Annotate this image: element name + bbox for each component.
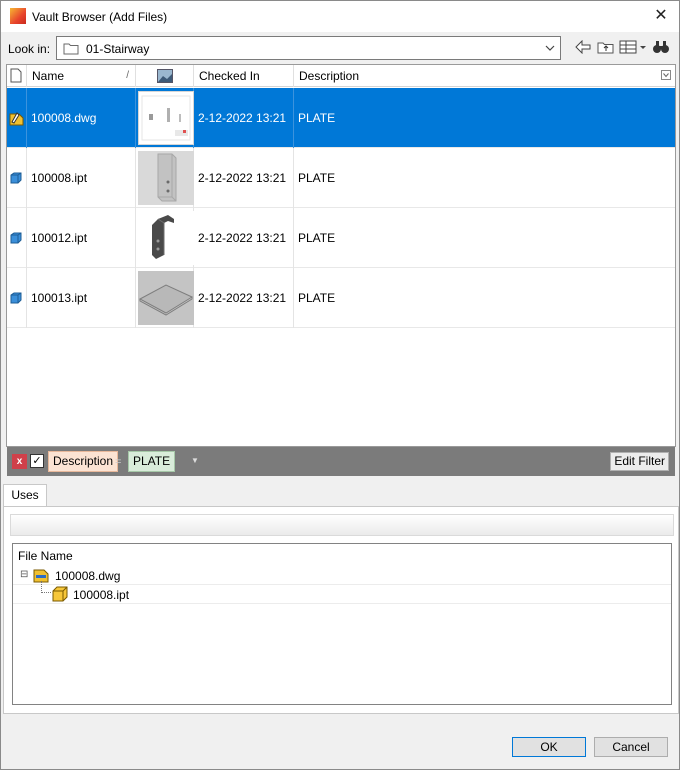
file-description: PLATE — [298, 171, 336, 185]
dwg-file-icon — [7, 88, 27, 148]
edit-filter-button[interactable]: Edit Filter — [610, 452, 669, 471]
file-name: 100012.ipt — [27, 208, 136, 268]
back-icon[interactable] — [573, 37, 593, 57]
file-row[interactable]: 100008.ipt 2-12-2022 13:21 PLATE — [7, 148, 675, 208]
look-in-dropdown[interactable]: 01-Stairway — [56, 36, 561, 60]
tree-connector — [41, 581, 51, 593]
remove-filter-button[interactable]: x — [12, 454, 27, 469]
file-description: PLATE — [298, 111, 336, 125]
filter-operator[interactable]: = — [115, 456, 121, 468]
grid-header: Name / Checked In Description — [7, 65, 675, 87]
title-bar: Vault Browser (Add Files) ✕ — [1, 1, 679, 32]
up-folder-icon[interactable] — [596, 37, 616, 57]
filter-value[interactable]: PLATE — [128, 451, 176, 472]
folder-icon — [63, 42, 79, 58]
column-header-checked-in[interactable]: Checked In — [194, 65, 294, 87]
file-type-column-icon[interactable] — [7, 65, 27, 87]
cancel-button[interactable]: Cancel — [594, 737, 668, 757]
part-file-icon — [7, 208, 27, 268]
sort-indicator-icon: / — [126, 70, 129, 81]
part-file-icon — [7, 148, 27, 208]
views-icon[interactable] — [618, 37, 648, 57]
checked-in-date: 2-12-2022 13:21 — [194, 268, 294, 328]
file-row[interactable]: 100013.ipt 2-12-2022 13:21 PLATE — [7, 268, 675, 328]
checked-in-date: 2-12-2022 13:21 — [194, 148, 294, 208]
file-description: PLATE — [298, 231, 336, 245]
app-icon — [10, 8, 26, 24]
uses-tree: File Name ⊟ 100008.dwg 100008.ipt — [12, 543, 672, 705]
filter-dropdown-icon[interactable]: ▼ — [191, 456, 199, 465]
part-file-icon — [52, 586, 68, 605]
checked-in-date: 2-12-2022 13:21 — [194, 208, 294, 268]
file-description: PLATE — [298, 291, 336, 305]
tab-strip: Uses — [1, 484, 680, 507]
column-header-name[interactable]: Name / — [27, 65, 136, 87]
window-title: Vault Browser (Add Files) — [32, 10, 168, 24]
column-description-label: Description — [299, 69, 360, 83]
tree-column-header: File Name — [18, 549, 73, 563]
file-name: 100008.dwg — [27, 88, 136, 148]
uses-panel: File Name ⊟ 100008.dwg 100008.ipt — [3, 506, 679, 714]
filter-bar: x ✓ Description = PLATE ▼ Edit Filter — [7, 447, 675, 476]
file-row[interactable]: 100008.dwg 2-12-2022 13:21 PLATE — [7, 88, 675, 148]
tree-item-label: 100008.ipt — [73, 588, 130, 602]
find-icon[interactable] — [651, 37, 671, 57]
tree-item[interactable]: ⊟ 100008.dwg — [13, 566, 671, 585]
part-file-icon — [7, 268, 27, 328]
column-header-description[interactable]: Description — [294, 65, 675, 87]
file-row[interactable]: 100012.ipt 2-12-2022 13:21 PLATE — [7, 208, 675, 268]
chevron-down-icon[interactable] — [544, 40, 556, 59]
tree-item-label: 100008.dwg — [55, 569, 121, 583]
close-icon[interactable]: ✕ — [651, 6, 671, 26]
part-thumbnail — [138, 151, 194, 205]
collapse-icon[interactable]: ⊟ — [20, 569, 28, 580]
column-chooser-icon[interactable] — [661, 65, 671, 87]
thumbnail-column-icon[interactable] — [136, 65, 194, 87]
file-name: 100013.ipt — [27, 268, 136, 328]
file-name: 100008.ipt — [27, 148, 136, 208]
look-in-label: Look in: — [8, 42, 51, 56]
tree-item[interactable]: 100008.ipt — [13, 581, 671, 605]
tab-uses[interactable]: Uses — [3, 484, 47, 507]
look-in-value: 01-Stairway — [86, 42, 150, 56]
filter-property[interactable]: Description — [48, 451, 119, 472]
vault-browser-dialog: Vault Browser (Add Files) ✕ Look in: 01-… — [0, 0, 680, 770]
filter-enabled-checkbox[interactable]: ✓ — [30, 454, 44, 468]
column-name-label: Name — [32, 69, 65, 83]
checked-in-date: 2-12-2022 13:21 — [194, 88, 294, 148]
part-thumbnail — [138, 211, 194, 265]
file-grid: Name / Checked In Description 100008.dwg — [6, 64, 676, 447]
uses-toolbar — [10, 514, 674, 536]
part-thumbnail — [138, 271, 194, 325]
drawing-thumbnail — [138, 91, 194, 145]
ok-button[interactable]: OK — [512, 737, 586, 757]
